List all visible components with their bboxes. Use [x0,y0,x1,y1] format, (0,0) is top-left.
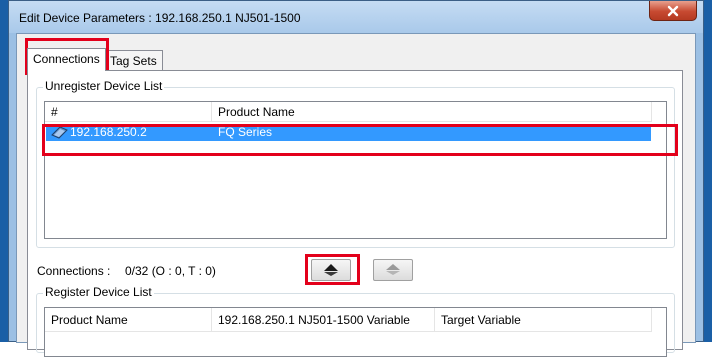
column-number-label: # [51,105,58,119]
column-header-register-product-name[interactable]: Product Name [45,308,212,332]
dialog-window: Edit Device Parameters : 192.168.250.1 N… [8,0,704,357]
column-header-source-variable[interactable]: 192.168.250.1 NJ501-1500 Variable [212,308,435,332]
unregister-device-button[interactable] [373,259,413,281]
close-icon [667,5,679,16]
register-button-highlight-box [305,254,360,285]
tab-tag-sets-label: Tag Sets [110,54,157,68]
unregister-device-group: Unregister Device List # Product Name 19… [36,79,675,248]
register-column-product-label: Product Name [51,313,128,327]
connections-count: 0/32 (O : 0, T : 0) [125,264,216,278]
register-column-target-label: Target Variable [441,313,521,327]
tab-tag-sets[interactable]: Tag Sets [104,50,163,70]
window-title: Edit Device Parameters : 192.168.250.1 N… [19,11,301,25]
tab-connections-label: Connections [33,52,100,66]
move-up-arrow-icon [386,264,400,275]
close-button[interactable] [649,1,697,21]
column-header-target-variable[interactable]: Target Variable [435,308,652,332]
register-device-group: Register Device List Product Name 192.16… [36,285,675,357]
register-device-list[interactable]: Product Name 192.168.250.1 NJ501-1500 Va… [44,307,667,357]
register-group-label: Register Device List [43,285,154,299]
title-bar[interactable]: Edit Device Parameters : 192.168.250.1 N… [9,1,703,33]
register-list-header: Product Name 192.168.250.1 NJ501-1500 Va… [45,308,666,332]
connections-label: Connections : [37,264,111,278]
unregister-group-label: Unregister Device List [43,79,165,93]
column-header-number[interactable]: # [45,102,212,122]
register-column-source-label: 192.168.250.1 NJ501-1500 Variable [218,313,410,327]
tab-connections[interactable]: Connections [27,48,106,71]
connections-tab-page: Unregister Device List # Product Name 19… [27,70,683,357]
unregister-device-list[interactable]: # Product Name 192.168.250.2 FQ Series [44,101,667,239]
row-highlight-box [42,124,678,156]
column-header-product-name[interactable]: Product Name [212,102,652,122]
column-product-label: Product Name [218,105,295,119]
dialog-client-area: Connections Tag Sets Unregister Device L… [16,33,696,357]
list-header: # Product Name [45,102,666,122]
